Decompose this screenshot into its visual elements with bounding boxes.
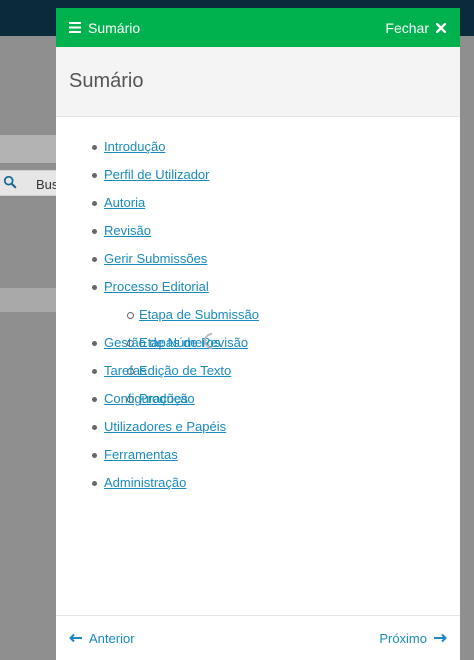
toc-menu-label: Sumário	[88, 19, 141, 36]
toc-item: Tarefas	[56, 357, 460, 385]
close-button[interactable]: Fechar	[385, 20, 446, 36]
toc-link-processo-editorial[interactable]: Processo Editorial	[104, 279, 209, 294]
toc-sublist-wrapper: Etapa de Submissão Etapas de Revisão Edi…	[56, 301, 460, 406]
toc-menu-button[interactable]: Sumário	[69, 20, 140, 36]
help-panel: Sumário Fechar Sumário Introdução Perfil…	[56, 8, 460, 660]
toc-link-utilizadores-e-papeis[interactable]: Utilizadores e Papéis	[104, 419, 226, 434]
background-band	[0, 135, 56, 163]
arrow-left-icon	[69, 633, 82, 643]
toc-link-configuracoes[interactable]: Configurações	[104, 391, 188, 406]
panel-header: Sumário Fechar	[56, 8, 460, 47]
toc-item: Revisão	[56, 217, 460, 245]
panel-title-bar: Sumário	[56, 47, 460, 117]
toc-item: Gestão de Números	[56, 329, 460, 357]
page-title: Sumário	[69, 70, 144, 92]
panel-footer: Anterior Próximo	[56, 615, 460, 660]
arrow-right-icon	[434, 633, 447, 643]
toc-item: Ferramentas	[56, 441, 460, 469]
toc-link-ferramentas[interactable]: Ferramentas	[104, 447, 178, 462]
toc-item: Introdução	[56, 133, 460, 161]
toc-link-etapa-de-submissao[interactable]: Etapa de Submissão	[139, 307, 259, 322]
toc-item: Processo Editorial	[56, 273, 460, 301]
background-search-bar: Bus	[0, 170, 58, 196]
toc-link-revisao[interactable]: Revisão	[104, 223, 151, 238]
previous-label: Anterior	[89, 630, 135, 646]
toc-link-autoria[interactable]: Autoria	[104, 195, 145, 210]
toc-link-tarefas[interactable]: Tarefas	[104, 363, 147, 378]
toc-item: Configurações	[56, 385, 460, 413]
previous-button[interactable]: Anterior	[69, 631, 135, 646]
toc-link-gerir-submissoes[interactable]: Gerir Submissões	[104, 251, 207, 266]
toc-item: Administração	[56, 469, 460, 497]
toc-item: Perfil de Utilizador	[56, 161, 460, 189]
close-label: Fechar	[385, 19, 429, 36]
toc-item: Autoria	[56, 189, 460, 217]
table-of-contents: Introdução Perfil de Utilizador Autoria …	[56, 117, 460, 615]
toc-subitem: Etapa de Submissão	[104, 301, 460, 329]
next-label: Próximo	[379, 630, 427, 646]
next-button[interactable]: Próximo	[379, 631, 447, 646]
close-icon	[436, 22, 446, 33]
hamburger-menu-icon	[69, 22, 81, 33]
toc-item: Gerir Submissões	[56, 245, 460, 273]
toc-list: Introdução Perfil de Utilizador Autoria …	[56, 133, 460, 497]
background-band	[0, 288, 56, 312]
toc-item: Utilizadores e Papéis	[56, 413, 460, 441]
toc-link-administracao[interactable]: Administração	[104, 475, 186, 490]
search-icon	[3, 175, 17, 189]
toc-link-introducao[interactable]: Introdução	[104, 139, 165, 154]
toc-link-perfil-de-utilizador[interactable]: Perfil de Utilizador	[104, 167, 210, 182]
